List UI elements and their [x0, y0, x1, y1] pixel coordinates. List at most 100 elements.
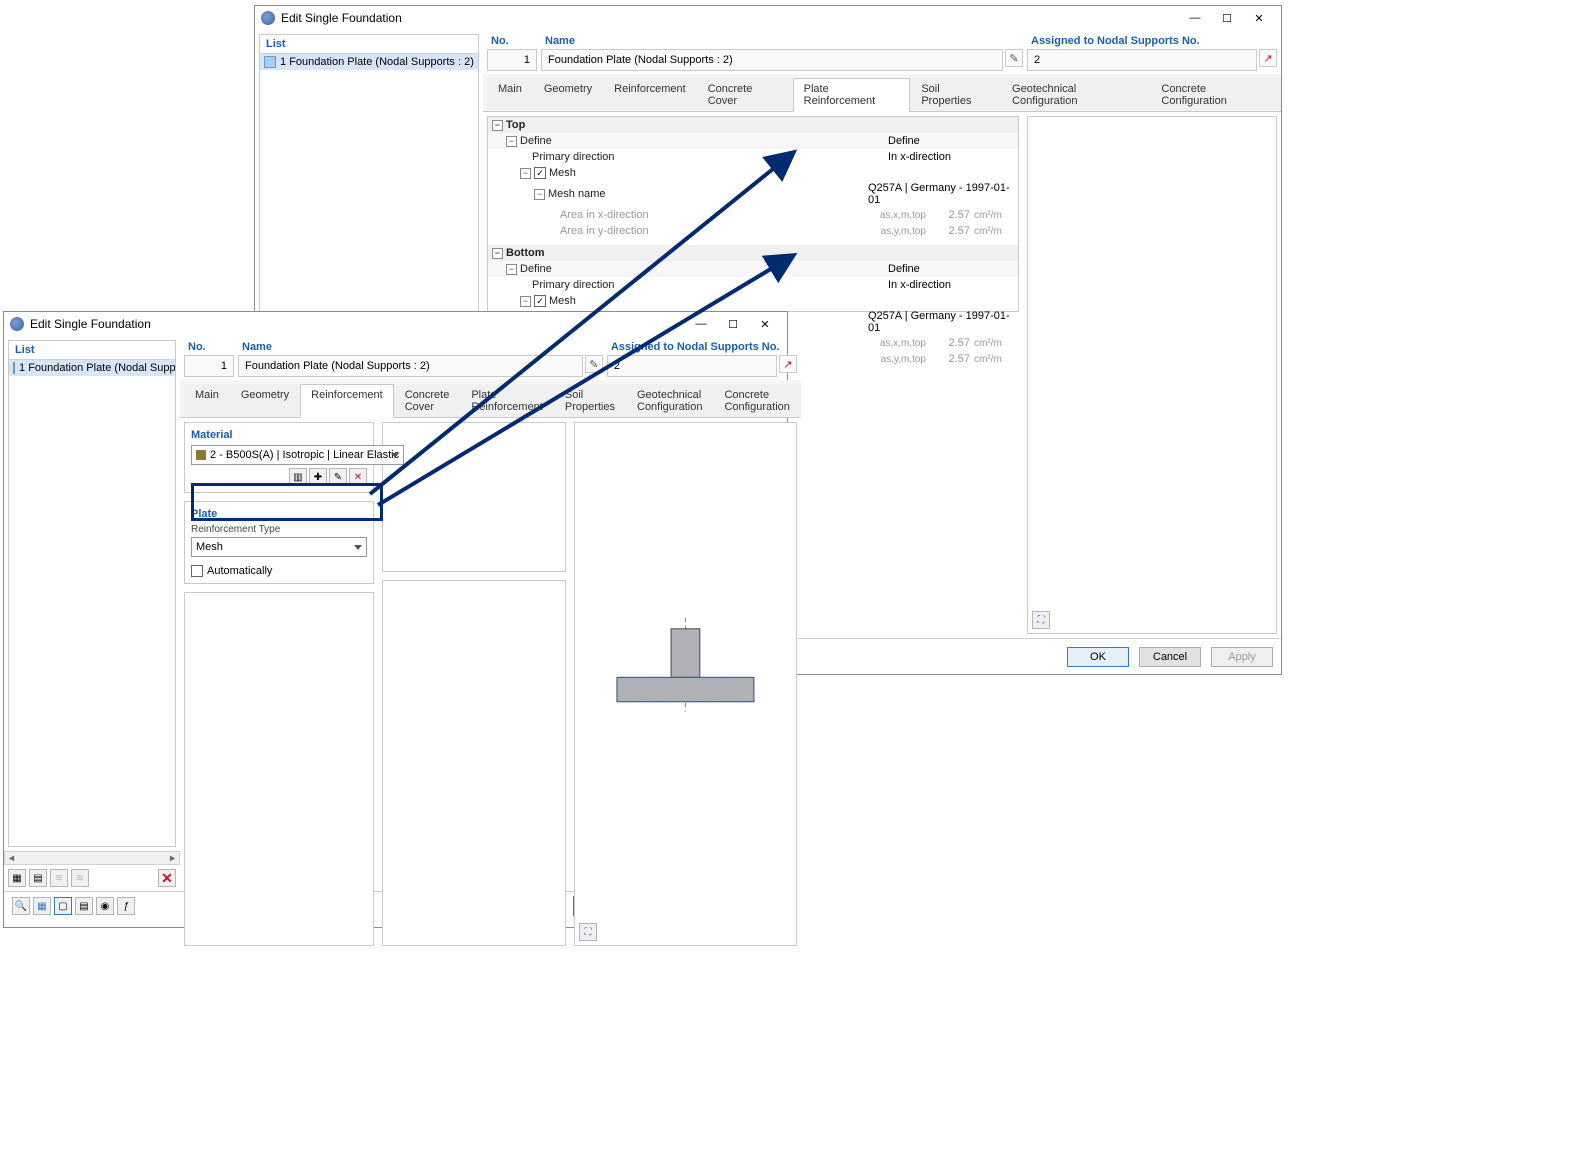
delete-icon[interactable]: ✕ [158, 869, 176, 887]
window-title: Edit Single Foundation [30, 317, 685, 331]
list-item-swatch [264, 56, 276, 68]
tabstrip: Main Geometry Reinforcement Concrete Cov… [483, 74, 1281, 112]
minimize-button[interactable]: — [685, 314, 717, 334]
top-area-y-val: 2.57 [934, 225, 974, 237]
list-header: List [9, 341, 175, 360]
maximize-button[interactable]: ☐ [1211, 8, 1243, 28]
tab-concrete-config[interactable]: Concrete Configuration [1150, 78, 1281, 111]
h-scrollbar[interactable]: ◄► [4, 851, 180, 865]
action2-icon[interactable]: ≋ [71, 869, 89, 887]
tab-soil[interactable]: Soil Properties [554, 384, 626, 417]
collapse-icon[interactable]: − [506, 136, 517, 147]
name-label: Name [238, 339, 603, 355]
top-mesh-checkbox[interactable]: ✓ [534, 167, 546, 179]
tab-geotech[interactable]: Geotechnical Configuration [626, 384, 713, 417]
tab-soil-properties[interactable]: Soil Properties [910, 78, 1001, 111]
action1-icon[interactable]: ≋ [50, 869, 68, 887]
collapse-icon[interactable]: − [506, 264, 517, 275]
bottom-primary-val[interactable]: In x-direction [884, 279, 1014, 291]
tab-main[interactable]: Main [487, 78, 533, 111]
list-item-no: 1 [19, 362, 25, 374]
top-mesh: Mesh [549, 167, 576, 179]
ftr-icon-4[interactable]: ▤ [75, 897, 93, 915]
pick-support-icon[interactable]: ↗ [779, 355, 797, 373]
close-button[interactable]: ✕ [1243, 8, 1275, 28]
bottom-mesh-checkbox[interactable]: ✓ [534, 295, 546, 307]
new-mat-icon[interactable]: ✚ [309, 468, 327, 486]
assigned-input[interactable]: 2 [607, 355, 777, 377]
list-header: List [260, 35, 478, 54]
tab-geometry[interactable]: Geometry [533, 78, 603, 111]
apply-button: Apply [1211, 647, 1273, 667]
tab-concrete-config[interactable]: Concrete Configuration [713, 384, 800, 417]
name-input[interactable]: Foundation Plate (Nodal Supports : 2) [541, 49, 1003, 71]
collapse-icon[interactable]: − [492, 120, 503, 131]
collapse-icon[interactable]: − [520, 296, 531, 307]
ftr-icon-3[interactable]: ▢ [54, 897, 72, 915]
minimize-button[interactable]: — [1179, 8, 1211, 28]
auto-checkbox[interactable] [191, 565, 203, 577]
tabstrip: Main Geometry Reinforcement Concrete Cov… [180, 380, 801, 418]
bottom-mesh-val[interactable]: Q257A | Germany - 1997-01-01 [864, 310, 1014, 334]
top-primary: Primary direction [532, 151, 615, 163]
tab-concrete-cover[interactable]: Concrete Cover [394, 384, 461, 417]
edit-name-icon[interactable]: ✎ [585, 355, 603, 373]
name-label: Name [541, 33, 1023, 49]
material-dropdown[interactable]: 2 - B500S(A) | Isotropic | Linear Elasti… [191, 445, 404, 465]
plate-label: Plate [191, 508, 367, 520]
reinf-type-value: Mesh [196, 541, 223, 553]
assigned-input[interactable]: 2 [1027, 49, 1257, 71]
list-item[interactable]: 1 Foundation Plate (Nodal Supports : 2) [9, 360, 175, 376]
edit-name-icon[interactable]: ✎ [1005, 49, 1023, 67]
tab-reinforcement[interactable]: Reinforcement [603, 78, 697, 111]
top-area-x-val: 2.57 [934, 209, 974, 221]
preview-panel: ⛶ [1027, 116, 1277, 634]
top-define: Define [520, 135, 552, 147]
collapse-icon[interactable]: − [492, 248, 503, 259]
ftr-icon-1[interactable]: 🔍 [12, 897, 30, 915]
copy-icon[interactable]: ▤ [29, 869, 47, 887]
foundation-preview-svg [575, 423, 796, 945]
maximize-button[interactable]: ☐ [717, 314, 749, 334]
top-primary-val[interactable]: In x-direction [884, 151, 1014, 163]
pick-support-icon[interactable]: ↗ [1259, 49, 1277, 67]
ftr-icon-2[interactable]: ▦ [33, 897, 51, 915]
tab-reinforcement[interactable]: Reinforcement [300, 384, 394, 418]
name-input[interactable]: Foundation Plate (Nodal Supports : 2) [238, 355, 583, 377]
lib-icon[interactable]: ▥ [289, 468, 307, 486]
tab-plate-reinforcement[interactable]: Plate Reinforcement [460, 384, 554, 417]
ftr-icon-5[interactable]: ◉ [96, 897, 114, 915]
tab-geometry[interactable]: Geometry [230, 384, 300, 417]
bottom-area-y-val: 2.57 [934, 353, 974, 365]
view-options-icon[interactable]: ⛶ [1032, 611, 1050, 629]
close-button[interactable]: ✕ [749, 314, 781, 334]
tab-geotech-config[interactable]: Geotechnical Configuration [1001, 78, 1150, 111]
reinf-type-dropdown[interactable]: Mesh [191, 537, 367, 557]
ftr-icon-6[interactable]: ƒ [117, 897, 135, 915]
list-item-no: 1 [280, 56, 286, 68]
material-label: Material [191, 429, 367, 441]
top-mesh-val[interactable]: Q257A | Germany - 1997-01-01 [864, 182, 1014, 206]
view-options-icon[interactable]: ⛶ [579, 923, 597, 941]
top-mesh-name: Mesh name [548, 188, 605, 200]
assigned-label: Assigned to Nodal Supports No. [1027, 33, 1277, 49]
edit-mat-icon[interactable]: ✎ [329, 468, 347, 486]
list-item[interactable]: 1 Foundation Plate (Nodal Supports : 2) [260, 54, 478, 70]
footer-toolbar: 🔍 ▦ ▢ ▤ ◉ ƒ [12, 897, 135, 915]
no-value[interactable]: 1 [184, 355, 234, 377]
del-mat-icon[interactable]: ✕ [349, 468, 367, 486]
material-panel: Material 2 - B500S(A) | Isotropic | Line… [184, 422, 374, 493]
top-define-label: Define [884, 135, 1014, 147]
tab-main[interactable]: Main [184, 384, 230, 417]
key-aybot: as,y,m,top [881, 354, 934, 365]
no-value[interactable]: 1 [487, 49, 537, 71]
cancel-button[interactable]: Cancel [1139, 647, 1201, 667]
new-icon[interactable]: ▦ [8, 869, 26, 887]
plate-panel: Plate Reinforcement Type Mesh Automatica… [184, 501, 374, 584]
collapse-icon[interactable]: − [534, 189, 545, 200]
ok-button[interactable]: OK [1067, 647, 1129, 667]
tab-plate-reinforcement[interactable]: Plate Reinforcement [793, 78, 911, 112]
collapse-icon[interactable]: − [520, 168, 531, 179]
tab-concrete-cover[interactable]: Concrete Cover [697, 78, 793, 111]
top-area-x: Area in x-direction [560, 209, 649, 221]
